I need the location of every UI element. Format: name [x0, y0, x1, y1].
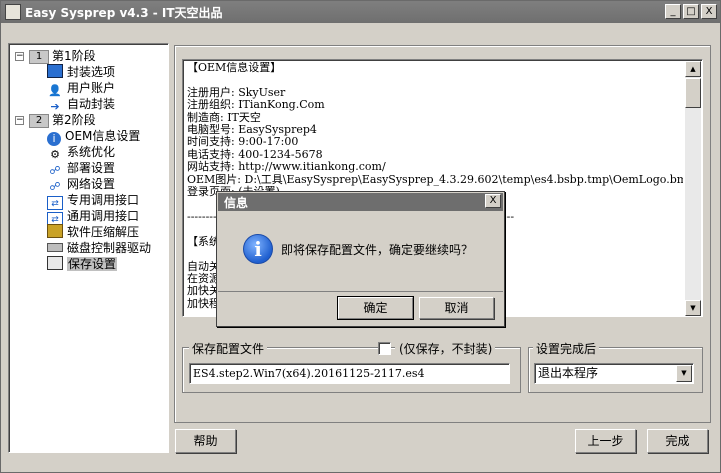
- summary-line: 网站支持: http://www.itiankong.com/: [187, 160, 386, 174]
- navigation-tree[interactable]: − 1 第1阶段 封装选项 👤 用户账户 ➔ 自动封装 − 2 第2阶段 i OEM信息设…: [8, 43, 169, 453]
- save-config-group-label: 保存配置文件: [189, 340, 268, 357]
- tree-item-network-settings[interactable]: ☍ 网络设置: [47, 176, 116, 193]
- summary-line: [187, 74, 683, 86]
- tree-item-packaging-options[interactable]: 封装选项: [47, 64, 115, 80]
- tree-item-label: 磁盘控制器驱动: [67, 241, 152, 255]
- title-bar[interactable]: Easy Sysprep v4.3 - IT天空出品 _ □ X: [1, 1, 720, 23]
- app-icon: [5, 4, 21, 20]
- stage2-number: 2: [29, 114, 49, 128]
- save-icon: [47, 256, 63, 270]
- finish-button[interactable]: 完成: [647, 429, 708, 453]
- config-filename-input[interactable]: ES4.step2.Win7(x64).20161125-2117.es4: [189, 363, 510, 384]
- summary-line: 注册组织: ITianKong.Com: [187, 98, 325, 112]
- help-button[interactable]: 帮助: [175, 429, 236, 453]
- tree-item-label: 专用调用接口: [67, 193, 140, 207]
- after-complete-group-label: 设置完成后: [533, 340, 600, 357]
- chevron-down-icon[interactable]: ▼: [676, 365, 692, 382]
- tree-item-label: OEM信息设置: [65, 129, 141, 143]
- after-complete-selected-value: 退出本程序: [538, 366, 599, 380]
- tree-item-label: 通用调用接口: [67, 209, 140, 223]
- disk-icon: [47, 243, 63, 252]
- tree-item-label: 自动封装: [67, 97, 116, 111]
- tree-item-save-settings[interactable]: 保存设置: [47, 256, 118, 272]
- dialog-close-button[interactable]: X: [485, 194, 501, 208]
- tree-item-system-optimize[interactable]: ⚙ 系统优化: [47, 144, 116, 161]
- save-only-label[interactable]: (仅保存，不封装): [395, 340, 496, 357]
- summary-line: 【OEM信息设置】: [187, 62, 282, 74]
- stage1-label: 第1阶段: [52, 49, 96, 63]
- tree-item-label: 部署设置: [67, 161, 116, 175]
- monitor-icon: [47, 64, 63, 78]
- tree-item-label: 系统优化: [67, 145, 116, 159]
- stage1-collapse-toggle[interactable]: −: [15, 52, 24, 61]
- tree-item-general-interface[interactable]: ⇄ 通用调用接口: [47, 208, 140, 226]
- scroll-up-button[interactable]: ▲: [685, 61, 701, 77]
- save-only-checkbox[interactable]: [378, 342, 391, 355]
- tree-item-user-accounts[interactable]: 👤 用户账户: [47, 80, 116, 97]
- tree-stage2[interactable]: 2 第2阶段: [29, 112, 96, 128]
- tree-item-label: 网络设置: [67, 177, 116, 191]
- dialog-title: 信息: [224, 196, 249, 210]
- dialog-ok-button[interactable]: 确定: [337, 296, 414, 320]
- stage2-label: 第2阶段: [52, 113, 96, 127]
- tree-item-disk-controller[interactable]: 磁盘控制器驱动: [47, 240, 151, 256]
- dialog-title-bar[interactable]: 信息 X: [218, 193, 503, 211]
- stage1-number: 1: [29, 50, 49, 64]
- tree-item-deploy-settings[interactable]: ☍ 部署设置: [47, 160, 116, 177]
- stage2-collapse-toggle[interactable]: −: [15, 116, 24, 125]
- prev-step-button[interactable]: 上一步: [575, 429, 636, 453]
- vertical-scrollbar[interactable]: ▲ ▼: [685, 61, 701, 316]
- information-icon: i: [243, 234, 273, 264]
- tree-item-oem-info[interactable]: i OEM信息设置: [47, 128, 141, 146]
- tree-item-software-compression[interactable]: 软件压缩解压: [47, 224, 139, 240]
- tree-item-label: 封装选项: [67, 65, 116, 79]
- window-title: Easy Sysprep v4.3 - IT天空出品: [25, 6, 223, 20]
- summary-line: 时间支持: 9:00-17:00: [187, 135, 299, 149]
- maximize-button[interactable]: □: [683, 4, 699, 19]
- after-complete-select[interactable]: 退出本程序 ▼: [534, 363, 694, 384]
- dialog-cancel-button[interactable]: 取消: [419, 297, 494, 319]
- dialog-message: 即将保存配置文件，确定要继续吗？: [281, 243, 474, 257]
- scroll-down-button[interactable]: ▼: [685, 300, 701, 316]
- tree-stage1[interactable]: 1 第1阶段: [29, 48, 96, 64]
- tree-item-auto-packaging[interactable]: ➔ 自动封装: [47, 96, 116, 113]
- scroll-thumb[interactable]: [685, 78, 701, 108]
- tree-item-label: 软件压缩解压: [67, 225, 140, 239]
- tree-item-label: 保存设置: [67, 257, 118, 271]
- tree-item-dedicated-interface[interactable]: ⇄ 专用调用接口: [47, 192, 140, 210]
- tree-item-label: 用户账户: [67, 81, 116, 95]
- archive-icon: [47, 224, 63, 238]
- main-window: Easy Sysprep v4.3 - IT天空出品 _ □ X − 1 第1阶段…: [0, 0, 721, 473]
- minimize-button[interactable]: _: [665, 4, 681, 19]
- close-button[interactable]: X: [701, 4, 717, 19]
- confirm-dialog: 信息 X i 即将保存配置文件，确定要继续吗？ 确定 取消: [216, 191, 505, 327]
